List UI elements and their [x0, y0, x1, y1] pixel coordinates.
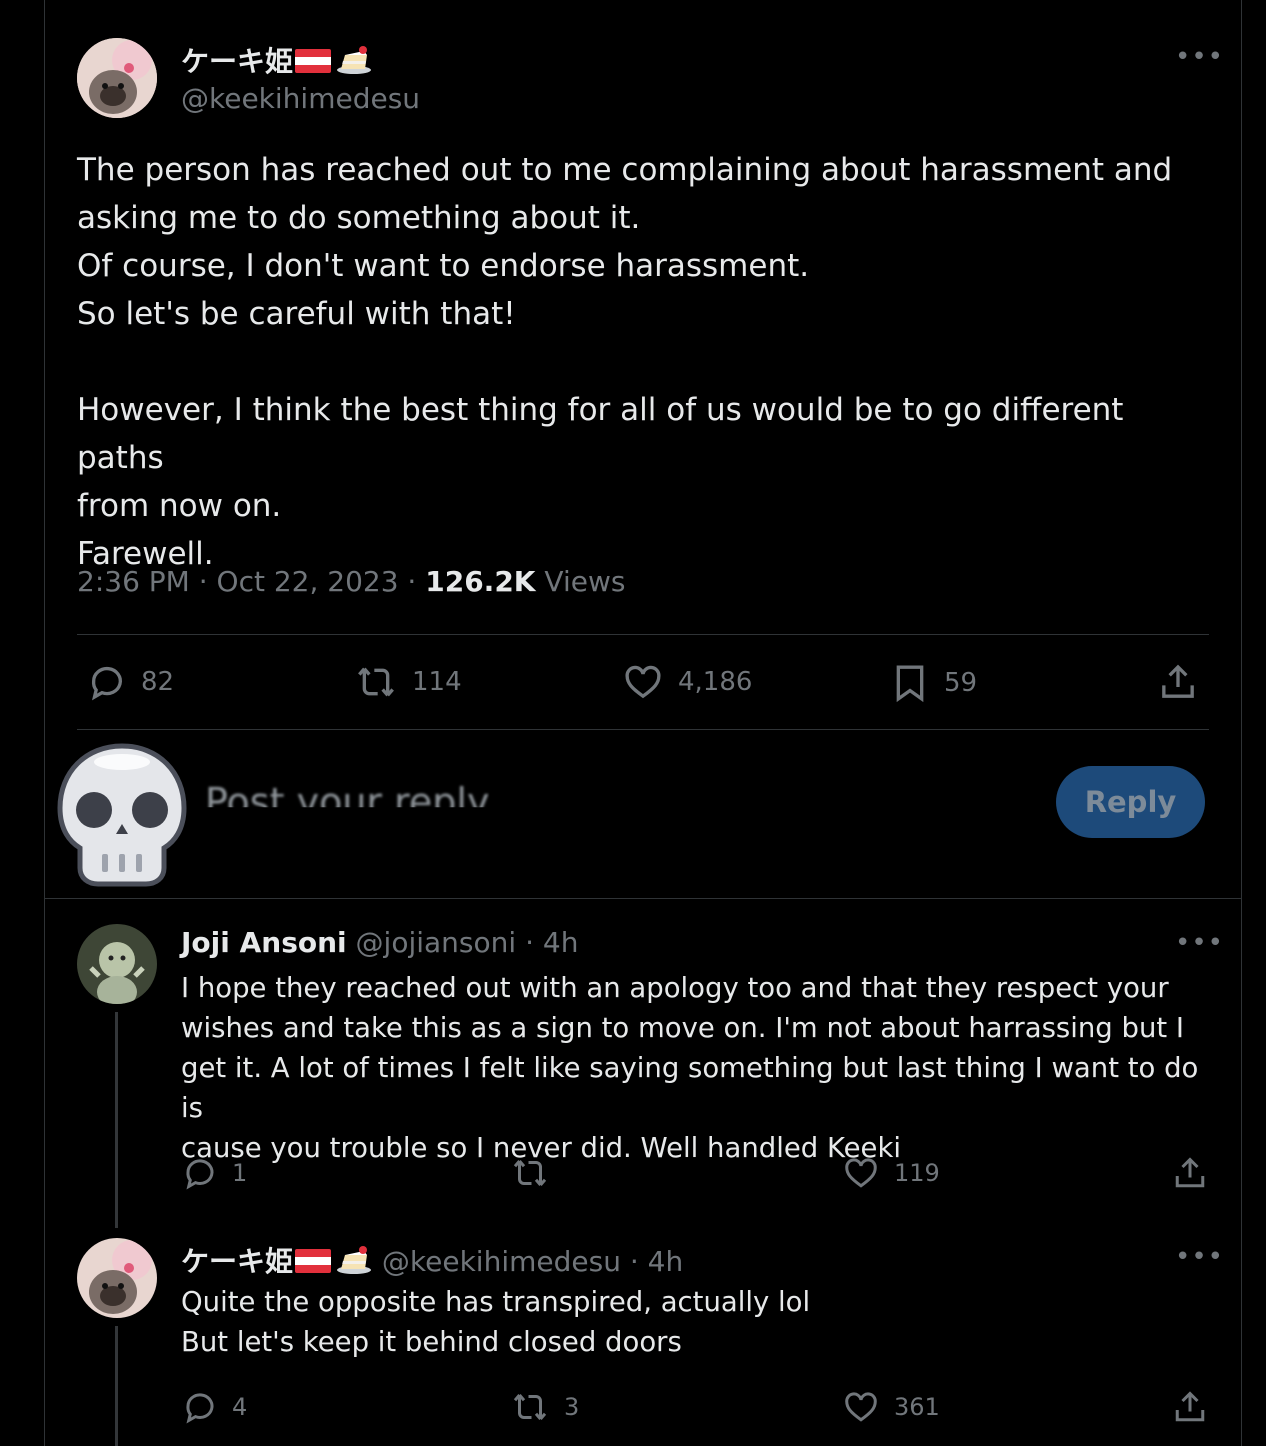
reply-reply-button[interactable]: 1 — [182, 1155, 247, 1191]
divider — [44, 898, 1242, 899]
reply-author-handle[interactable]: @keekihimedesu — [382, 1245, 621, 1278]
tweet-line: However, I think the best thing for all … — [77, 392, 1124, 476]
reply-text: I hope they reached out with an apology … — [181, 968, 1221, 1168]
tweet-date[interactable]: Oct 22, 2023 — [217, 565, 399, 598]
repost-icon — [358, 667, 394, 697]
tweet-time[interactable]: 2:36 PM — [77, 565, 190, 598]
reply-like-button[interactable]: 361 — [842, 1389, 940, 1425]
author-name[interactable]: ケーキ姫 — [181, 45, 293, 78]
reply-time[interactable]: 4h — [543, 926, 579, 959]
reply-input-placeholder: Post your reply — [205, 780, 490, 824]
more-options-icon[interactable]: ••• — [1175, 1244, 1224, 1270]
more-options-icon[interactable]: ••• — [1175, 930, 1224, 956]
repost-count: 3 — [564, 1393, 580, 1421]
like-count: 361 — [894, 1393, 940, 1421]
reply-count: 1 — [232, 1159, 248, 1187]
like-count: 119 — [894, 1159, 940, 1187]
reply-author-handle[interactable]: @jojiansoni — [356, 926, 517, 959]
repost-count: 114 — [412, 667, 462, 697]
views-label: Views — [544, 565, 626, 598]
tweet-line: asking me to do something about it. — [77, 200, 641, 236]
reply-line: I hope they reached out with an apology … — [181, 972, 1169, 1004]
tweet-text: The person has reached out to me complai… — [77, 146, 1217, 578]
tweet-line: The person has reached out to me complai… — [77, 152, 1173, 188]
like-count-button[interactable]: 4,186 — [622, 662, 752, 702]
share-icon — [1162, 664, 1194, 698]
reply-header: Joji Ansoni @jojiansoni · 4h — [181, 926, 578, 959]
share-icon — [1175, 1391, 1205, 1422]
reply-line: cause you trouble so I never did. Well h… — [181, 1132, 902, 1164]
reply-avatar[interactable] — [77, 924, 157, 1004]
share-button[interactable] — [1158, 662, 1198, 706]
reply-icon — [186, 1393, 214, 1424]
heart-icon — [845, 1158, 877, 1188]
reply-button[interactable]: Reply — [1056, 766, 1205, 838]
tweet-line: So let's be careful with that! — [77, 296, 516, 332]
reply-header: ケーキ姫 @keekihimedesu · 4h — [181, 1240, 683, 1282]
tweet-line: Of course, I don't want to endorse haras… — [77, 248, 810, 284]
reply-icon — [91, 666, 122, 701]
repost-count-button[interactable]: 114 — [354, 662, 462, 702]
more-options-icon[interactable]: ••• — [1175, 44, 1224, 70]
divider — [77, 729, 1209, 730]
repost-icon — [513, 1160, 547, 1186]
author-handle[interactable]: @keekihimedesu — [181, 82, 420, 115]
heart-icon — [625, 665, 661, 699]
austria-flag-icon — [295, 49, 332, 73]
reply-icon — [186, 1159, 214, 1190]
reply-reply-button[interactable]: 4 — [182, 1389, 247, 1425]
reply-count: 4 — [232, 1393, 248, 1421]
bookmark-count: 59 — [944, 668, 978, 698]
reply-author-name[interactable]: Joji Ansoni — [181, 926, 347, 959]
reply-time[interactable]: 4h — [648, 1245, 684, 1278]
bookmark-count-button[interactable]: 59 — [890, 662, 977, 704]
reply-author-name[interactable]: ケーキ姫 — [181, 1245, 293, 1278]
divider — [77, 634, 1209, 635]
reply-input[interactable]: Post your reply — [205, 776, 505, 836]
separator-dot: · — [516, 926, 543, 959]
reply-text: Quite the opposite has transpired, actua… — [181, 1282, 1221, 1362]
tweet-line — [77, 338, 1217, 386]
views-count: 126.2K — [425, 565, 536, 598]
bookmark-icon — [896, 665, 924, 703]
heart-icon — [845, 1392, 877, 1422]
reply-count-button[interactable]: 82 — [87, 662, 174, 702]
reply-line: Quite the opposite has transpired, actua… — [181, 1286, 811, 1318]
thread-line — [115, 1326, 118, 1446]
skull-icon — [56, 742, 188, 892]
tweet-line: from now on. — [77, 488, 282, 524]
reply-avatar[interactable] — [77, 1238, 157, 1318]
cake-icon — [335, 43, 373, 82]
austria-flag-icon — [295, 1249, 332, 1273]
reply-share-button[interactable] — [1172, 1389, 1208, 1429]
reply-repost-button[interactable] — [510, 1155, 564, 1191]
separator-dot: · — [620, 1245, 648, 1278]
reply-line: get it. A lot of times I felt like sayin… — [181, 1052, 1199, 1124]
tweet-meta: 2:36 PM · Oct 22, 2023 · 126.2K Views — [77, 565, 626, 598]
reply-line: But let's keep it behind closed doors — [181, 1326, 682, 1358]
share-icon — [1175, 1157, 1205, 1188]
author-avatar[interactable] — [77, 38, 157, 118]
repost-icon — [513, 1394, 547, 1420]
reply-repost-button[interactable]: 3 — [510, 1389, 579, 1425]
reply-like-button[interactable]: 119 — [842, 1155, 940, 1191]
reply-count: 82 — [141, 667, 175, 697]
cake-icon — [335, 1243, 373, 1282]
reply-line: wishes and take this as a sign to move o… — [181, 1012, 1185, 1044]
reply-share-button[interactable] — [1172, 1155, 1208, 1195]
like-count: 4,186 — [678, 667, 753, 697]
thread-line — [115, 1012, 118, 1228]
